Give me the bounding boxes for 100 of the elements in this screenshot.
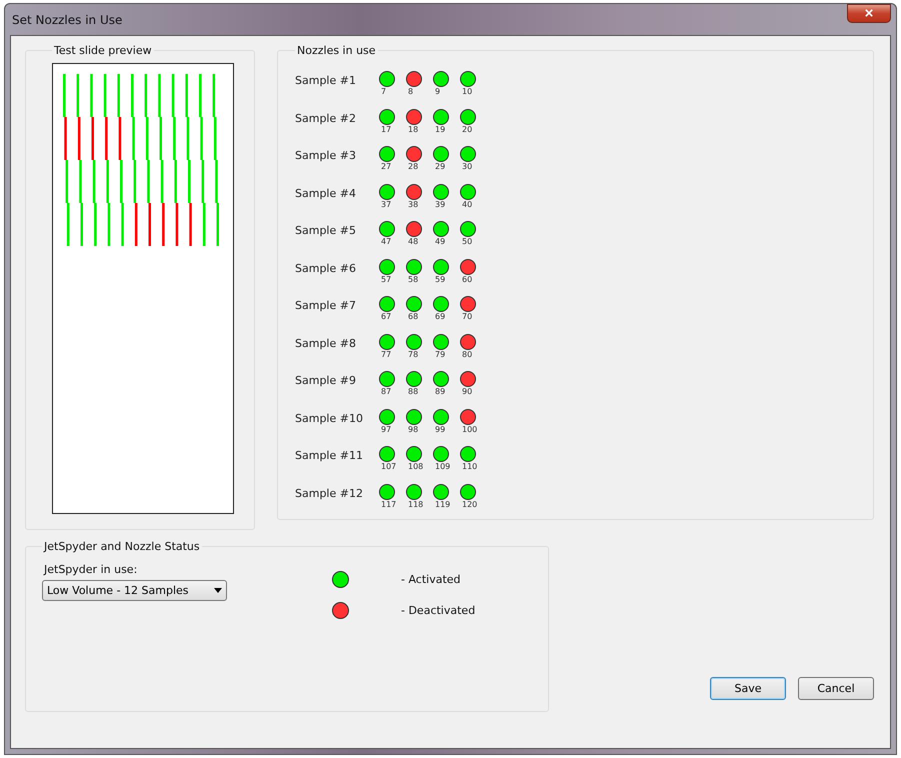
nozzle-toggle[interactable] <box>460 334 476 350</box>
nozzle-toggle[interactable] <box>406 108 422 124</box>
nozzle-toggle[interactable] <box>379 446 395 462</box>
nozzle-number: 30 <box>461 162 472 171</box>
nozzle-toggle[interactable] <box>433 334 449 350</box>
nozzle-number: 87 <box>380 387 392 396</box>
nozzle-toggle[interactable] <box>433 371 449 387</box>
nozzle-number: 77 <box>380 350 392 358</box>
nozzle-toggle[interactable] <box>406 71 422 87</box>
nozzle-number: 109 <box>434 462 450 471</box>
nozzle-number: 110 <box>461 462 478 471</box>
nozzle-toggle[interactable] <box>433 258 449 274</box>
caret-icon <box>214 588 222 593</box>
nozzle-number: 10 <box>461 87 472 96</box>
group-title: Test slide preview <box>53 44 153 57</box>
sample-label: Sample #5 <box>295 223 357 237</box>
legend-label: - Activated <box>401 573 461 586</box>
nozzle-number: 89 <box>434 387 446 396</box>
nozzle-number: 120 <box>461 500 478 508</box>
nozzle-number: 79 <box>434 350 446 358</box>
nozzle-toggle[interactable] <box>379 221 395 237</box>
dialog-button[interactable]: Save <box>710 677 786 700</box>
nozzle-toggle[interactable] <box>379 296 395 312</box>
nozzle-number: 17 <box>380 124 392 134</box>
dialog-button[interactable]: Cancel <box>798 677 874 700</box>
nozzle-number: 59 <box>434 274 446 284</box>
nozzle-toggle[interactable] <box>379 371 395 387</box>
nozzle-toggle[interactable] <box>460 484 476 500</box>
sample-label: Sample #9 <box>295 373 357 387</box>
sample-label: Sample #11 <box>295 448 364 462</box>
nozzle-toggle[interactable] <box>406 146 422 162</box>
nozzle-toggle[interactable] <box>379 108 395 124</box>
nozzle-number: 100 <box>461 424 478 434</box>
nozzle-number: 28 <box>407 162 418 171</box>
nozzle-toggle[interactable] <box>460 184 476 200</box>
nozzle-number: 98 <box>407 424 418 434</box>
nozzle-toggle[interactable] <box>433 484 449 500</box>
volume-dropdown[interactable]: Low Volume - 12 Samples <box>42 580 227 601</box>
nozzle-number: 80 <box>461 350 472 358</box>
nozzle-toggle[interactable] <box>379 258 395 274</box>
window-title: Set Nozzles in Use <box>11 12 122 26</box>
nozzle-toggle[interactable] <box>406 408 422 424</box>
nozzle-toggle[interactable] <box>406 484 422 500</box>
nozzle-number: 70 <box>461 312 472 321</box>
nozzle-toggle[interactable] <box>433 296 449 312</box>
nozzle-number: 9 <box>434 87 440 96</box>
nozzle-toggle[interactable] <box>460 446 476 462</box>
nozzle-toggle[interactable] <box>406 446 422 462</box>
nozzle-toggle[interactable] <box>460 146 476 162</box>
nozzle-toggle[interactable] <box>379 146 395 162</box>
group-title: Nozzles in use <box>296 44 377 57</box>
nozzle-toggle[interactable] <box>406 371 422 387</box>
nozzle-number: 50 <box>461 237 472 246</box>
nozzle-number: 67 <box>380 312 392 321</box>
sample-label: Sample #10 <box>295 410 364 424</box>
nozzle-number: 38 <box>407 200 418 208</box>
nozzle-number: 119 <box>434 500 450 508</box>
nozzle-toggle[interactable] <box>433 108 449 124</box>
nozzle-toggle[interactable] <box>460 221 476 237</box>
nozzle-number: 99 <box>434 424 446 434</box>
nozzle-number: 39 <box>434 200 446 208</box>
nozzle-number: 90 <box>461 387 472 396</box>
nozzle-number: 107 <box>380 462 396 471</box>
nozzle-toggle[interactable] <box>379 71 395 87</box>
sample-label: Sample #3 <box>295 148 357 162</box>
nozzle-toggle[interactable] <box>406 296 422 312</box>
nozzle-toggle[interactable] <box>379 334 395 350</box>
sample-label: Sample #6 <box>295 260 357 274</box>
nozzle-toggle[interactable] <box>460 71 476 87</box>
nozzle-toggle[interactable] <box>460 258 476 274</box>
nozzle-number: 69 <box>434 312 446 321</box>
field-label: JetSpyder in use: <box>44 563 138 576</box>
nozzle-toggle[interactable] <box>379 184 395 200</box>
nozzle-toggle[interactable] <box>433 221 449 237</box>
nozzle-number: 68 <box>407 312 418 321</box>
nozzle-number: 48 <box>407 237 418 246</box>
nozzle-toggle[interactable] <box>379 484 395 500</box>
nozzle-toggle[interactable] <box>406 221 422 237</box>
nozzle-toggle[interactable] <box>406 334 422 350</box>
legend-label: - Deactivated <box>401 604 476 617</box>
nozzle-toggle[interactable] <box>406 184 422 200</box>
nozzle-toggle[interactable] <box>379 408 395 424</box>
sample-label: Sample #12 <box>295 486 364 500</box>
nozzle-toggle[interactable] <box>460 371 476 387</box>
nozzle-toggle[interactable] <box>433 184 449 200</box>
nozzle-number: 19 <box>434 124 446 134</box>
close-button[interactable]: × <box>847 4 891 23</box>
nozzle-toggle[interactable] <box>460 296 476 312</box>
nozzle-toggle[interactable] <box>460 108 476 124</box>
nozzle-toggle[interactable] <box>460 408 476 424</box>
nozzle-toggle[interactable] <box>433 146 449 162</box>
nozzle-number: 57 <box>380 274 392 284</box>
nozzle-number: 20 <box>461 124 472 134</box>
nozzle-toggle[interactable] <box>406 258 422 274</box>
nozzle-toggle[interactable] <box>433 408 449 424</box>
nozzle-number: 7 <box>380 87 386 96</box>
nozzle-toggle[interactable] <box>433 71 449 87</box>
sample-label: Sample #4 <box>295 186 357 200</box>
nozzle-toggle[interactable] <box>433 446 449 462</box>
nozzle-number: 88 <box>407 387 418 396</box>
